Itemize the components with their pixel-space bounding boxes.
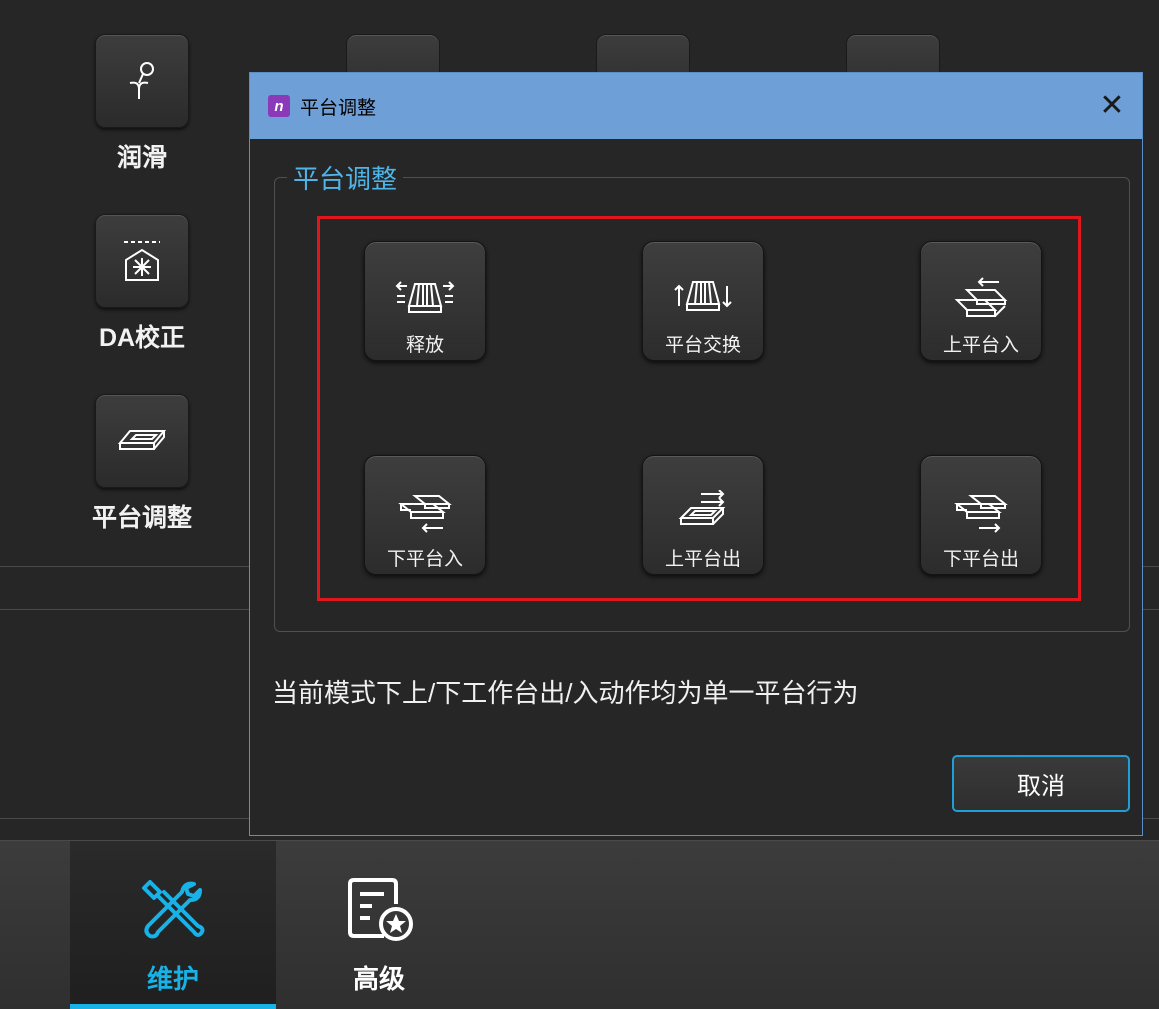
divider-line [1143,609,1159,610]
divider-line [1143,566,1159,567]
active-tab-indicator [70,1004,276,1009]
platform-adjust-group: 平台调整 释放 平台交换 上平台入 下平台入 上平台出 下平台出 [274,159,1130,632]
tab-advanced-label: 高级 [352,964,405,994]
dialog-title: 平台调整 [300,97,377,119]
da-calibration-icon [124,241,160,281]
mode-status-text: 当前模式下上/下工作台出/入动作均为单一平台行为 [272,678,859,708]
highlight-box: 释放 平台交换 上平台入 下平台入 上平台出 下平台出 [317,216,1081,601]
lower-platform-in-button[interactable]: 下平台入 [364,455,486,575]
platform-adjust-button[interactable] [95,394,189,488]
platform-adjust-label: 平台调整 [91,504,192,532]
divider-line [0,818,250,819]
wrench-screwdriver-icon [142,880,205,939]
tool-button-partial-2[interactable] [596,34,690,75]
divider-line [0,566,250,567]
lower-platform-out-button[interactable]: 下平台出 [920,455,1042,575]
dialog-titlebar[interactable]: n 平台调整 ✕ [250,73,1142,139]
bottom-tab-bar: 维护 高级 [0,840,1159,1009]
upper-platform-out-button[interactable]: 上平台出 [642,455,764,575]
da-calibration-button[interactable] [95,214,189,308]
tab-maintenance[interactable]: 维护 [70,841,276,1009]
lower-platform-in-icon [398,495,452,533]
lubrication-button[interactable] [95,34,189,128]
app-logo-icon: n [268,95,290,117]
lubrication-label: 润滑 [116,144,167,172]
release-label: 释放 [405,335,444,356]
cancel-button[interactable]: 取消 [952,755,1130,812]
platform-swap-button[interactable]: 平台交换 [642,241,764,361]
lower-platform-out-icon [954,495,1008,533]
upper-platform-in-button[interactable]: 上平台入 [920,241,1042,361]
da-calibration-tool[interactable]: DA校正 [52,214,232,354]
lubrication-icon [129,62,154,99]
platform-swap-label: 平台交换 [664,335,741,356]
tool-button-partial-3[interactable] [846,34,940,75]
tool-button-partial-1[interactable] [346,34,440,75]
close-icon: ✕ [1099,88,1125,122]
lower-platform-out-label: 下平台出 [942,549,1019,570]
lubrication-tool[interactable]: 润滑 [52,34,232,174]
tab-advanced[interactable]: 高级 [276,841,482,1009]
lower-platform-in-label: 下平台入 [386,549,463,570]
release-icon [395,281,455,313]
document-star-icon [348,878,413,941]
divider-line [1143,818,1159,819]
release-button[interactable]: 释放 [364,241,486,361]
upper-platform-out-icon [678,490,726,525]
upper-platform-out-label: 上平台出 [664,549,741,570]
tab-maintenance-label: 维护 [146,964,199,994]
upper-platform-in-icon [954,277,1008,317]
group-title: 平台调整 [287,159,404,196]
platform-adjust-tool[interactable]: 平台调整 [52,394,232,534]
da-calibration-label: DA校正 [98,324,186,352]
close-button[interactable]: ✕ [1092,85,1132,125]
platform-swap-icon [674,281,732,311]
platform-adjust-icon [117,430,167,450]
upper-platform-in-label: 上平台入 [942,335,1019,356]
platform-adjust-dialog: n 平台调整 ✕ 平台调整 释放 平台交换 上平台入 下平台入 上平台出 下平台… [249,72,1143,836]
divider-line [0,609,250,610]
